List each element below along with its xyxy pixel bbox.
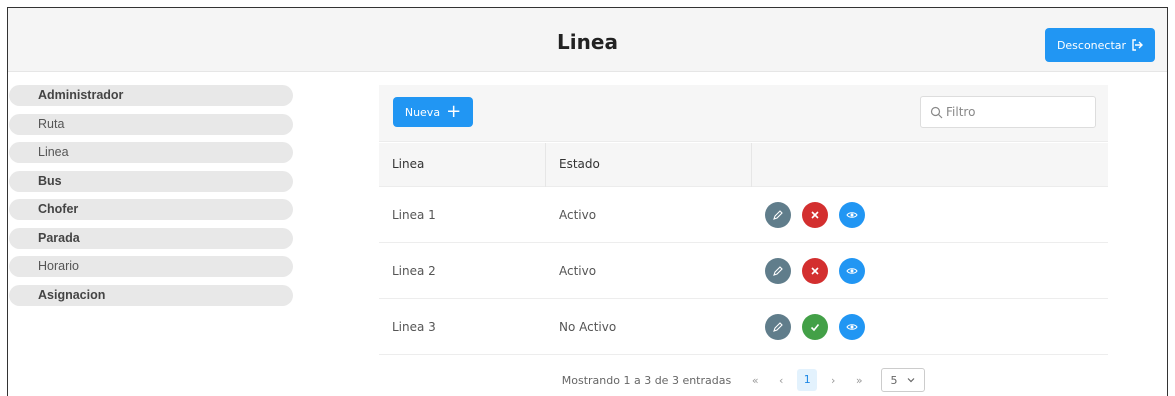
eye-icon: [846, 268, 858, 274]
close-icon: [811, 267, 819, 275]
pencil-icon: [773, 322, 783, 332]
logout-button[interactable]: Desconectar: [1045, 28, 1155, 62]
chevron-down-icon: [907, 378, 915, 383]
row-actions: [765, 258, 865, 284]
page-title: Linea: [557, 30, 618, 54]
sidebar-item-linea[interactable]: Linea: [9, 142, 293, 163]
sidebar-item-bus[interactable]: Bus: [9, 170, 293, 192]
sidebar-item-ruta[interactable]: Ruta: [9, 113, 293, 135]
activate-button[interactable]: [802, 314, 828, 340]
cell-linea: Linea 2: [392, 264, 436, 278]
edit-button[interactable]: [765, 314, 791, 340]
page-1-button[interactable]: 1: [797, 369, 818, 391]
close-icon: [811, 211, 819, 219]
last-page-button[interactable]: »: [849, 374, 869, 387]
check-icon: [810, 323, 820, 332]
pencil-icon: [773, 266, 783, 276]
rows-per-page-select[interactable]: 5: [881, 368, 926, 392]
sidebar-item-parada[interactable]: Parada: [9, 227, 293, 249]
view-button[interactable]: [839, 202, 865, 228]
sign-out-icon: [1132, 39, 1144, 51]
search-icon: [930, 106, 943, 118]
new-button-label: Nueva: [404, 105, 441, 119]
column-header-estado[interactable]: Estado: [559, 157, 600, 171]
edit-button[interactable]: [765, 202, 791, 228]
view-button[interactable]: [839, 314, 865, 340]
table-row: Linea 1 Activo: [379, 188, 1108, 243]
logout-label: Desconectar: [1056, 38, 1127, 52]
deactivate-button[interactable]: [802, 202, 828, 228]
sidebar-item-asignacion[interactable]: Asignacion: [9, 284, 293, 306]
cell-estado: No Activo: [559, 320, 617, 334]
eye-icon: [846, 324, 858, 330]
row-actions: [765, 314, 865, 340]
view-button[interactable]: [839, 258, 865, 284]
cell-linea: Linea 3: [392, 320, 436, 334]
sidebar-item-administrador[interactable]: Administrador: [9, 85, 293, 106]
pencil-icon: [773, 210, 783, 220]
column-divider: [751, 143, 752, 187]
row-actions: [765, 202, 865, 228]
prev-page-button[interactable]: ‹: [771, 374, 791, 387]
pagination-info: Mostrando 1 a 3 de 3 entradas: [561, 373, 732, 387]
column-header-linea[interactable]: Linea: [392, 157, 424, 171]
deactivate-button[interactable]: [802, 258, 828, 284]
table-header: Linea Estado: [379, 143, 1108, 187]
next-page-button[interactable]: ›: [823, 374, 843, 387]
filter-input[interactable]: Filtro: [920, 96, 1096, 128]
column-divider: [545, 143, 546, 187]
sidebar-item-chofer[interactable]: Chofer: [9, 199, 293, 220]
cell-linea: Linea 1: [392, 208, 436, 222]
table-row: Linea 3 No Activo: [379, 300, 1108, 355]
cell-estado: Activo: [559, 264, 597, 278]
edit-button[interactable]: [765, 258, 791, 284]
new-linea-button[interactable]: Nueva +: [393, 97, 473, 127]
table-row: Linea 2 Activo: [379, 244, 1108, 299]
rows-per-page-value: 5: [890, 373, 898, 387]
eye-icon: [846, 212, 858, 218]
pagination: Mostrando 1 a 3 de 3 entradas « ‹ 1 › » …: [379, 364, 1108, 396]
sidebar-item-horario[interactable]: Horario: [9, 256, 293, 277]
first-page-button[interactable]: «: [745, 374, 765, 387]
linea-table-panel: Nueva + Filtro Linea Estado Linea 1 Acti…: [379, 85, 1108, 396]
filter-placeholder: Filtro: [946, 105, 976, 119]
sidebar-menu: Administrador Ruta Linea Bus Chofer Para…: [9, 85, 293, 313]
cell-estado: Activo: [559, 208, 597, 222]
page-header: Linea Desconectar: [8, 8, 1167, 72]
table-toolbar: Nueva + Filtro: [379, 85, 1108, 142]
plus-icon: +: [446, 101, 462, 122]
